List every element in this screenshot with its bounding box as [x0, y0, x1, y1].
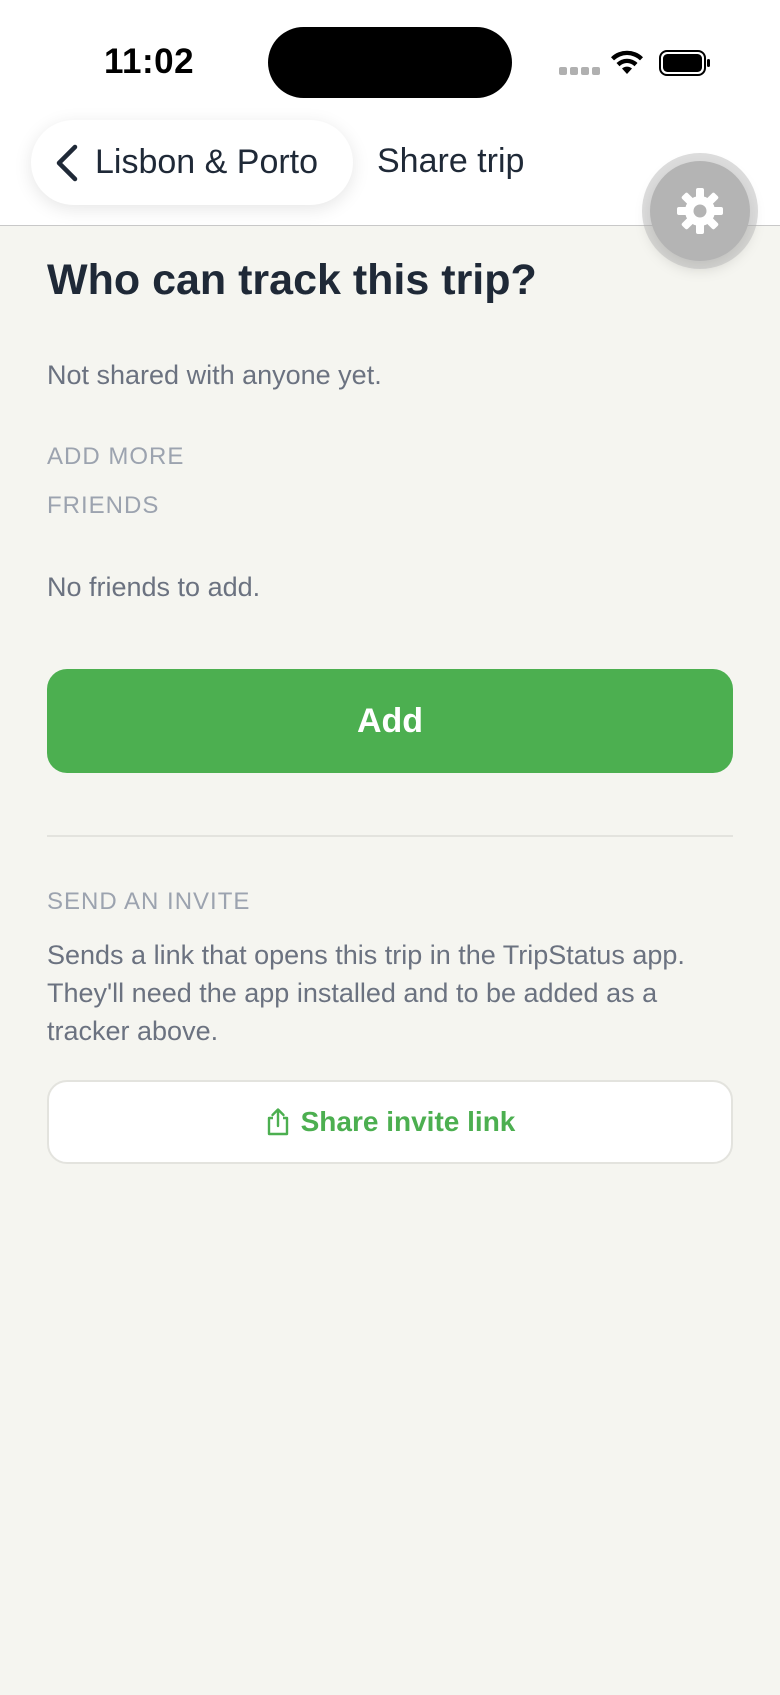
settings-button[interactable]	[650, 161, 750, 261]
friends-label: FRIENDS	[47, 492, 160, 519]
add-more-label: ADD MORE	[47, 443, 185, 470]
share-icon	[267, 1108, 288, 1136]
sharing-status-text: Not shared with anyone yet.	[47, 360, 382, 390]
dynamic-island	[268, 27, 512, 98]
gear-icon	[677, 188, 723, 234]
share-invite-link-button[interactable]: Share invite link	[47, 1080, 733, 1164]
wifi-icon	[611, 50, 643, 74]
send-invite-label: SEND AN INVITE	[47, 888, 251, 915]
page-title: Share trip	[377, 142, 525, 180]
status-time: 11:02	[104, 42, 195, 81]
chevron-left-icon	[56, 144, 78, 181]
divider	[47, 835, 733, 837]
back-button[interactable]: Lisbon & Porto	[31, 120, 353, 205]
share-invite-link-label: Share invite link	[300, 1106, 516, 1137]
signal-icon	[559, 67, 600, 77]
battery-icon	[659, 50, 710, 76]
add-button[interactable]: Add	[47, 669, 733, 773]
section-heading: Who can track this trip?	[47, 256, 537, 304]
back-label: Lisbon & Porto	[95, 143, 319, 181]
invite-description: Sends a link that opens this trip in the…	[47, 940, 685, 1046]
share-trip-screen: 11:02 Lisbon & Porto Share trip Who can …	[0, 0, 780, 1695]
status-bar: 11:02	[0, 0, 780, 120]
no-friends-text: No friends to add.	[47, 572, 261, 602]
